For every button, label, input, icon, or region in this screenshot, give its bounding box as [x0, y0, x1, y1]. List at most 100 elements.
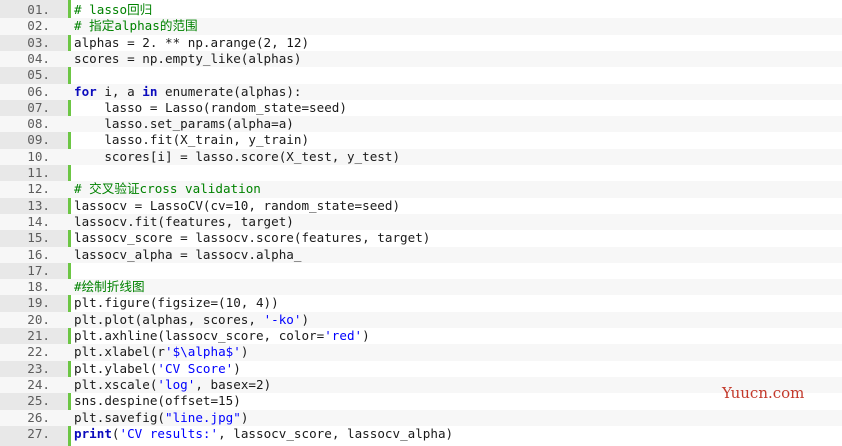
code-token: i, a [96, 83, 143, 99]
code-line: 22. plt.xlabel(r'$\alpha$') [0, 344, 842, 361]
line-number: 17. [27, 262, 50, 278]
code-text: plt.savefig("line.jpg") [74, 410, 248, 426]
line-number: 02. [27, 18, 50, 34]
line-number: 05. [27, 67, 50, 83]
code-line: 03. alphas = 2. ** np.arange(2, 12) [0, 35, 842, 51]
code-line: 05. [0, 67, 842, 83]
code-line: 13. lassocv = LassoCV(cv=10, random_state… [0, 198, 842, 214]
code-token: plt.ylabel( [74, 360, 158, 376]
code-keyword: in [142, 83, 158, 99]
code-line: 06. for i, a in enumerate(alphas): [0, 83, 842, 100]
code-token: , basex=2) [195, 376, 272, 392]
code-token: lassocv_score = lassocv.score(features, … [74, 230, 431, 246]
code-token: ) [240, 409, 249, 425]
line-number: 15. [27, 230, 50, 246]
code-text: plt.ylabel('CV Score') [74, 361, 241, 377]
code-line: 27. print('CV results:', lassocv_score, l… [0, 426, 842, 442]
code-token: plt.xlabel(r [74, 344, 165, 360]
line-number: 16. [27, 246, 50, 262]
code-line: 21. plt.axhline(lassocv_score, color='red… [0, 328, 842, 344]
line-number: 01. [27, 2, 50, 17]
code-text: plt.figure(figsize=(10, 4)) [74, 295, 279, 311]
code-token: ) [301, 311, 310, 327]
code-token: lassocv_alpha = lassocv.alpha_ [74, 246, 302, 262]
watermark-text: Yuucn.com [722, 384, 805, 402]
code-token: lasso = Lasso(random_state=seed) [74, 99, 347, 115]
code-text: lassocv.fit(features, target) [74, 214, 294, 230]
code-text: lasso.set_params(alpha=a) [74, 116, 294, 132]
code-line: 15. lassocv_score = lassocv.score(feature… [0, 230, 842, 246]
code-token: ) [362, 328, 370, 343]
code-string: 'CV results:' [119, 425, 219, 441]
line-number: 19. [27, 295, 50, 311]
code-comment: # 交叉验证cross validation [74, 181, 261, 197]
code-keyword: print [74, 425, 112, 441]
line-number: 08. [27, 116, 50, 132]
code-line: 10. scores[i] = lasso.score(X_test, y_te… [0, 148, 842, 165]
code-line: 19. plt.figure(figsize=(10, 4)) [0, 295, 842, 311]
code-text: scores = np.empty_like(alphas) [74, 51, 301, 67]
line-number: 13. [27, 197, 50, 213]
code-line: 26. plt.savefig("line.jpg") [0, 409, 842, 426]
code-token: sns.despine(offset=15) [74, 393, 241, 409]
code-line: 07. lasso = Lasso(random_state=seed) [0, 100, 842, 116]
line-number: 03. [27, 34, 50, 50]
code-text: plt.xlabel(r'$\alpha$') [74, 344, 248, 360]
code-line: 09. lasso.fit(X_train, y_train) [0, 132, 842, 148]
code-line: 16. lassocv_alpha = lassocv.alpha_ [0, 246, 842, 263]
code-line: 04. scores = np.empty_like(alphas) [0, 50, 842, 68]
code-text: lassocv_score = lassocv.score(features, … [74, 230, 430, 246]
code-token: lasso.fit(X_train, y_train) [74, 132, 310, 148]
code-token: lasso.set_params(alpha=a) [74, 116, 294, 132]
line-number: 24. [27, 376, 50, 392]
code-token: plt.savefig( [74, 409, 165, 425]
code-text: lasso = Lasso(random_state=seed) [74, 100, 347, 116]
code-token: alphas = 2. ** np.arange(2, 12) [74, 34, 310, 50]
line-number: 04. [27, 50, 50, 66]
code-string: "line.jpg" [165, 409, 241, 425]
code-text: print('CV results:', lassocv_score, lass… [74, 426, 453, 442]
code-line: 12. # 交叉验证cross validation [0, 181, 842, 198]
line-number: 22. [27, 344, 50, 360]
code-token: plt.xscale( [74, 376, 158, 392]
code-token: scores[i] = lasso.score(X_test, y_test) [74, 148, 401, 164]
code-comment: #绘制折线图 [74, 279, 145, 295]
code-text: plt.plot(alphas, scores, '-ko') [74, 312, 309, 328]
code-line: 18. #绘制折线图 [0, 279, 842, 296]
code-string: 'CV Score' [157, 360, 234, 376]
code-line: 01. # lasso回归 [0, 2, 842, 18]
code-token: enumerate(alphas): [157, 83, 302, 99]
code-line: 08. lasso.set_params(alpha=a) [0, 116, 842, 133]
code-line: 23. plt.ylabel('CV Score') [0, 361, 842, 377]
code-string: '$\alpha$' [165, 344, 241, 360]
code-line: 25. sns.despine(offset=15) [0, 393, 842, 409]
code-text: lasso.fit(X_train, y_train) [74, 132, 309, 148]
code-line: 17. [0, 263, 842, 279]
code-text: scores[i] = lasso.score(X_test, y_test) [74, 149, 400, 165]
line-number: 27. [27, 425, 50, 441]
code-text: sns.despine(offset=15) [74, 393, 241, 409]
code-line: 14. lassocv.fit(features, target) [0, 213, 842, 231]
code-text: alphas = 2. ** np.arange(2, 12) [74, 35, 309, 51]
line-number: 06. [27, 83, 50, 99]
line-number: 20. [27, 311, 50, 327]
code-text: # 交叉验证cross validation [74, 181, 261, 197]
code-text: # 指定alphas的范围 [74, 18, 198, 34]
code-line: 20. plt.plot(alphas, scores, '-ko') [0, 311, 842, 328]
line-number: 07. [27, 99, 50, 115]
code-block: 01. # lasso回归 02. # 指定alphas的范围 03. alphas = … [0, 0, 842, 446]
code-line: 11. [0, 165, 842, 181]
line-number: 09. [27, 132, 50, 148]
code-text: plt.xscale('log', basex=2) [74, 377, 271, 393]
line-number: 18. [27, 279, 50, 295]
code-token: plt.plot(alphas, scores, [74, 311, 264, 327]
code-text: for i, a in enumerate(alphas): [74, 84, 301, 100]
code-token: ) [233, 360, 241, 376]
code-token: ( [111, 425, 120, 441]
code-text: plt.axhline(lassocv_score, color='red') [74, 328, 370, 344]
code-text: # lasso回归 [74, 2, 152, 18]
code-keyword: for [74, 83, 97, 99]
code-token: plt.axhline(lassocv_score, color= [74, 328, 325, 343]
line-number: 10. [27, 148, 50, 164]
code-text: lassocv = LassoCV(cv=10, random_state=se… [74, 198, 400, 214]
